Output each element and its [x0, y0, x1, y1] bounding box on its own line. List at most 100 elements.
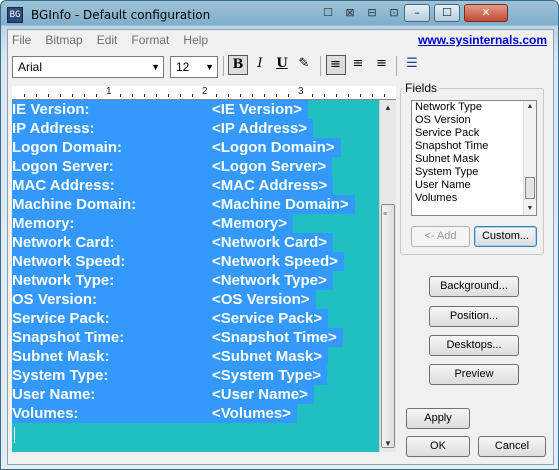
menu-file[interactable]: File [12, 33, 31, 47]
maximize-button[interactable]: ☐ [434, 4, 460, 22]
ruler[interactable]: 1 2 3 [12, 86, 396, 100]
list-item[interactable]: Volumes [412, 192, 536, 205]
underline-button[interactable]: U [272, 55, 292, 75]
custom-field-button[interactable]: Custom... [474, 226, 537, 247]
font-size-value: 12 [176, 60, 190, 74]
info-row[interactable]: User Name: <User Name> [12, 385, 379, 404]
font-size-select[interactable]: 12 ▼ [170, 56, 218, 78]
align-right-button[interactable]: ≡ [370, 55, 390, 75]
info-value-placeholder: <IP Address> [212, 119, 314, 138]
info-row[interactable]: IE Version: <IE Version> [12, 100, 379, 119]
menu-edit[interactable]: Edit [97, 33, 118, 47]
info-label: System Type: [12, 366, 212, 385]
bold-button[interactable]: B [228, 55, 248, 75]
info-row[interactable]: Network Card: <Network Card> [12, 233, 379, 252]
toolbar-separator [223, 56, 224, 76]
menu-bitmap[interactable]: Bitmap [45, 33, 82, 47]
client-area: File Bitmap Edit Format Help www.sysinte… [7, 29, 554, 465]
font-color-button[interactable]: ✎ [294, 55, 314, 75]
chevron-down-icon: ▼ [205, 62, 214, 72]
info-row[interactable]: Network Speed: <Network Speed> [12, 252, 379, 271]
ruler-mark-3: 3 [298, 86, 304, 97]
info-label: Network Speed: [12, 252, 212, 271]
info-value-placeholder: <Service Pack> [212, 309, 329, 328]
list-item[interactable]: User Name [412, 179, 536, 192]
bginfo-text-editor[interactable]: IE Version: <IE Version> IP Address: <IP Ad… [12, 100, 379, 452]
scrollbar-thumb[interactable] [381, 204, 395, 448]
info-value-placeholder: <OS Version> [212, 290, 316, 309]
position-button[interactable]: Position... [429, 306, 519, 327]
system-tray-icon-3[interactable]: ⊟ [363, 5, 381, 21]
list-item[interactable]: System Type [412, 166, 536, 179]
info-label: User Name: [12, 385, 212, 404]
fields-list-thumb[interactable] [525, 177, 535, 199]
system-tray-icon-1[interactable]: ☐ [319, 5, 337, 21]
system-tray-icon-4[interactable]: ⊡ [385, 5, 403, 21]
toolbar-separator [320, 56, 321, 76]
info-row[interactable]: IP Address: <IP Address> [12, 119, 379, 138]
info-row[interactable]: OS Version: <OS Version> [12, 290, 379, 309]
align-left-button[interactable]: ≡ [326, 55, 346, 75]
scroll-down-icon[interactable]: ▼ [524, 203, 536, 215]
info-value-placeholder: <Memory> [212, 214, 294, 233]
info-value-placeholder: <Subnet Mask> [212, 347, 329, 366]
info-label: Logon Domain: [12, 138, 212, 157]
info-label: Network Card: [12, 233, 212, 252]
info-value-placeholder: <Snapshot Time> [212, 328, 343, 347]
cancel-button[interactable]: Cancel [478, 436, 546, 457]
info-row[interactable]: Memory: <Memory> [12, 214, 379, 233]
add-field-button[interactable]: <- Add [411, 226, 470, 247]
sysinternals-link[interactable]: www.sysinternals.com [418, 33, 547, 47]
list-item[interactable]: Network Type [412, 101, 536, 114]
info-row[interactable]: MAC Address: <MAC Address> [12, 176, 379, 195]
editor-scrollbar[interactable]: ▲ ≡ ▼ [379, 100, 396, 452]
info-row[interactable]: Network Type: <Network Type> [12, 271, 379, 290]
bullets-button[interactable]: ☰ [402, 55, 422, 75]
ruler-mark-2: 2 [202, 86, 208, 97]
info-row[interactable]: Subnet Mask: <Subnet Mask> [12, 347, 379, 366]
grip-icon: ≡ [383, 211, 388, 218]
info-row[interactable]: Logon Server: <Logon Server> [12, 157, 379, 176]
font-name-select[interactable]: Arial ▼ [12, 56, 164, 78]
bginfo-window: BG BGInfo - Default configuration ☐ ⊠ ⊟ … [0, 0, 559, 470]
info-value-placeholder: <Network Type> [212, 271, 333, 290]
toolbar-separator [396, 56, 397, 76]
scroll-up-icon[interactable]: ▲ [524, 101, 536, 113]
title-bar[interactable]: BG BGInfo - Default configuration ☐ ⊠ ⊟ … [1, 1, 558, 29]
ruler-mark-1: 1 [106, 86, 112, 97]
info-row[interactable]: Snapshot Time: <Snapshot Time> [12, 328, 379, 347]
scroll-down-icon[interactable]: ▼ [380, 436, 396, 452]
list-item[interactable]: Subnet Mask [412, 153, 536, 166]
ok-button[interactable]: OK [406, 436, 470, 457]
text-caret [14, 427, 15, 443]
system-tray-icon-2[interactable]: ⊠ [341, 5, 359, 21]
menu-format[interactable]: Format [131, 33, 169, 47]
menu-bar: File Bitmap Edit Format Help www.sysinte… [8, 30, 553, 50]
fields-list-scrollbar[interactable]: ▲ ▼ [523, 101, 536, 215]
italic-button[interactable]: I [250, 55, 270, 75]
background-button[interactable]: Background... [429, 276, 519, 297]
align-center-button[interactable]: ≡ [348, 55, 368, 75]
close-button[interactable]: ✕ [464, 4, 508, 22]
scroll-up-icon[interactable]: ▲ [380, 100, 396, 116]
info-label: OS Version: [12, 290, 212, 309]
info-row[interactable]: System Type: <System Type> [12, 366, 379, 385]
list-item[interactable]: Service Pack [412, 127, 536, 140]
app-icon[interactable]: BG [7, 7, 23, 23]
info-row[interactable]: Volumes: <Volumes> [12, 404, 379, 423]
desktops-button[interactable]: Desktops... [429, 335, 519, 356]
menu-help[interactable]: Help [183, 33, 208, 47]
info-label: Snapshot Time: [12, 328, 212, 347]
list-item[interactable]: Snapshot Time [412, 140, 536, 153]
fields-list[interactable]: Network Type OS Version Service Pack Sna… [411, 100, 537, 216]
info-row[interactable]: Logon Domain: <Logon Domain> [12, 138, 379, 157]
info-row[interactable]: Service Pack: <Service Pack> [12, 309, 379, 328]
list-item[interactable]: OS Version [412, 114, 536, 127]
info-row[interactable]: Machine Domain: <Machine Domain> [12, 195, 379, 214]
info-label: Subnet Mask: [12, 347, 212, 366]
info-label: Network Type: [12, 271, 212, 290]
apply-button[interactable]: Apply [406, 408, 470, 429]
title-bar-system-icons: ☐ ⊠ ⊟ ⊡ [319, 5, 403, 21]
minimize-button[interactable]: – [404, 4, 430, 22]
preview-button[interactable]: Preview [429, 364, 519, 385]
